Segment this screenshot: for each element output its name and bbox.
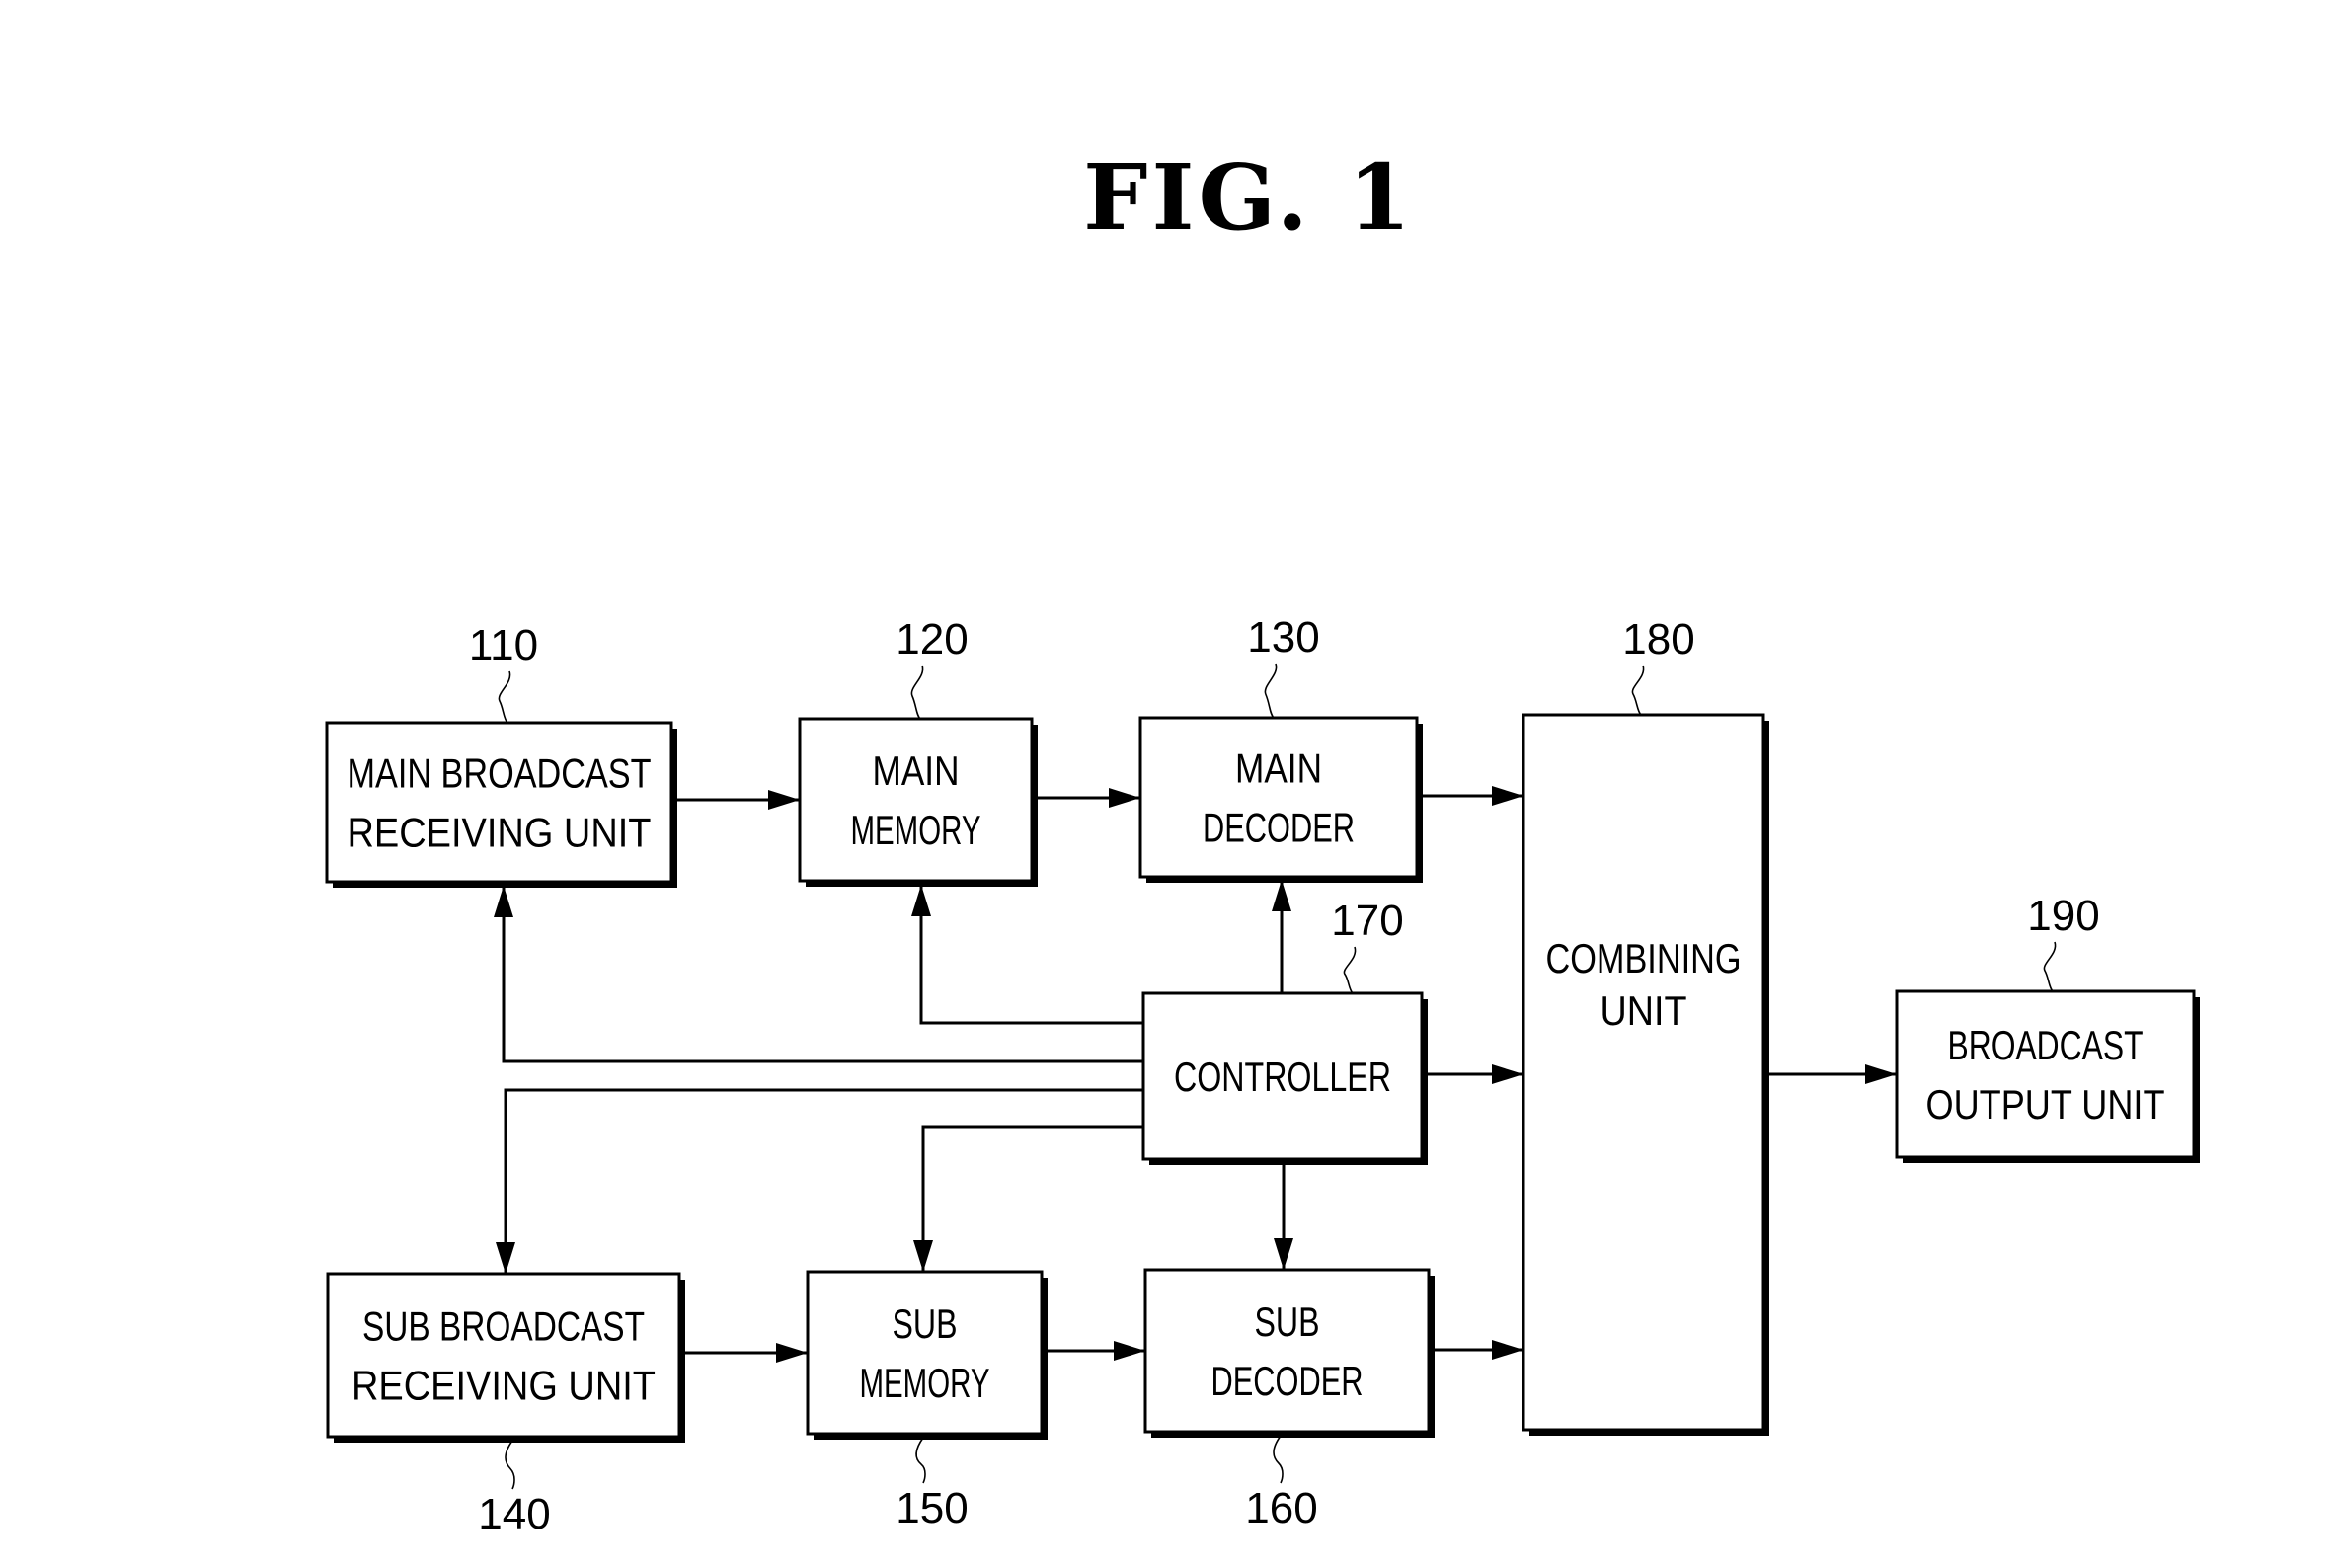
main-memory-text-line: MAIN (873, 747, 960, 794)
sub-memory-text-line: SUB (893, 1300, 958, 1347)
sub-broadcast-receiving-unit-box (326, 1272, 681, 1439)
connection-140-to-150-arrowhead (776, 1343, 808, 1363)
leader-line-160 (1273, 1435, 1284, 1484)
combining-unit-text-line: COMBINING (1546, 935, 1742, 981)
sub-decoder-text-line: DECODER (1211, 1358, 1364, 1404)
connection-170-to-140-arrowhead (496, 1242, 515, 1274)
connection-170-to-160-arrowhead (1274, 1238, 1293, 1270)
sub-decoder-box (1143, 1268, 1431, 1434)
connection-130-to-180-arrowhead (1492, 786, 1523, 806)
main-broadcast-receiving-unit-box (325, 721, 673, 884)
broadcast-output-unit-text-line: BROADCAST (1948, 1022, 2144, 1068)
combining-unit-box (1522, 713, 1765, 1432)
combining-unit-text-line: UNIT (1600, 987, 1687, 1034)
reference-numeral-190: 190 (2027, 892, 2099, 940)
main-decoder-text-line: DECODER (1203, 805, 1355, 851)
leader-line-140 (505, 1440, 515, 1490)
main-memory-text-line: MEMORY (851, 807, 981, 853)
sub-memory-box (806, 1270, 1044, 1436)
main-broadcast-receiving-unit-text-line: MAIN BROADCAST (348, 750, 652, 797)
main-broadcast-receiving-unit-text-line: RECEIVING UNIT (348, 810, 652, 856)
reference-numeral-110: 110 (469, 621, 538, 669)
figure-title: FIG. 1 (1083, 144, 1415, 251)
sub-broadcast-receiving-unit-text-line: RECEIVING UNIT (351, 1363, 656, 1409)
broadcast-output-unit-text-line: OUTPUT UNIT (1926, 1081, 2165, 1128)
leader-line-150 (915, 1437, 926, 1484)
blocks: MAIN BROADCASTRECEIVING UNITMAINMEMORYMA… (325, 713, 2200, 1443)
controller-text-line: CONTROLLER (1174, 1054, 1391, 1100)
reference-numeral-170: 170 (1331, 897, 1403, 945)
sub-broadcast-receiving-unit-block: SUB BROADCAST RECEIVING UNIT (326, 1272, 685, 1443)
reference-numeral-140: 140 (478, 1490, 550, 1538)
reference-numeral-180: 180 (1622, 615, 1694, 664)
connection-160-to-180-arrowhead (1492, 1340, 1523, 1360)
connection-170-to-180-arrowhead (1492, 1064, 1523, 1084)
sub-memory-text-line: MEMORY (860, 1360, 990, 1406)
connection-180-to-190-arrowhead (1865, 1064, 1897, 1084)
sub-broadcast-receiving-unit-text-line: SUB BROADCAST (362, 1303, 645, 1350)
reference-numeral-160: 160 (1245, 1484, 1317, 1532)
reference-numeral-120: 120 (896, 615, 968, 664)
connection-170-to-110-arrowhead (494, 886, 513, 917)
main-decoder-box (1138, 716, 1419, 879)
connection-170-to-110 (502, 886, 1143, 1063)
leader-line-170 (1343, 946, 1357, 994)
sub-decoder-block: SUB DECODER (1143, 1268, 1435, 1438)
broadcast-output-unit-block: BROADCAST OUTPUT UNIT (1895, 989, 2200, 1163)
main-memory-box (798, 717, 1034, 883)
sub-decoder-text-line: SUB (1255, 1298, 1320, 1345)
broadcast-output-unit-box (1895, 989, 2196, 1159)
connection-120-to-130-arrowhead (1109, 788, 1140, 808)
main-decoder-text-line: MAIN (1235, 745, 1322, 792)
leader-line-130 (1264, 663, 1278, 719)
reference-numeral-130: 130 (1247, 613, 1319, 662)
connection-170-to-150-arrowhead (913, 1240, 933, 1272)
connection-150-to-160-arrowhead (1114, 1341, 1145, 1361)
connection-170-to-120 (919, 885, 1143, 1025)
combining-unit-block: COMBINING UNIT (1522, 713, 1769, 1436)
main-broadcast-receiving-unit-block: MAIN BROADCAST RECEIVING UNIT (325, 721, 677, 888)
connection-170-to-130-arrowhead (1272, 880, 1291, 911)
connection-170-to-140 (504, 1088, 1143, 1274)
main-decoder-block: MAIN DECODER (1138, 716, 1423, 883)
connection-110-to-120-arrowhead (768, 790, 800, 810)
connection-170-to-120-arrowhead (911, 885, 931, 916)
reference-numeral-150: 150 (896, 1484, 968, 1532)
leader-line-120 (910, 665, 924, 720)
leader-line-110 (498, 670, 511, 724)
block-diagram: FIG. 1 MAIN BROADCASTRECEIVING UNITMAINM… (325, 144, 2200, 1538)
sub-memory-block: SUB MEMORY (806, 1270, 1048, 1440)
leader-line-180 (1631, 665, 1645, 716)
leader-line-190 (2043, 941, 2057, 992)
connection-170-to-150 (921, 1125, 1143, 1272)
controller-block: CONTROLLER (1141, 991, 1428, 1165)
main-memory-block: MAIN MEMORY (798, 717, 1038, 887)
